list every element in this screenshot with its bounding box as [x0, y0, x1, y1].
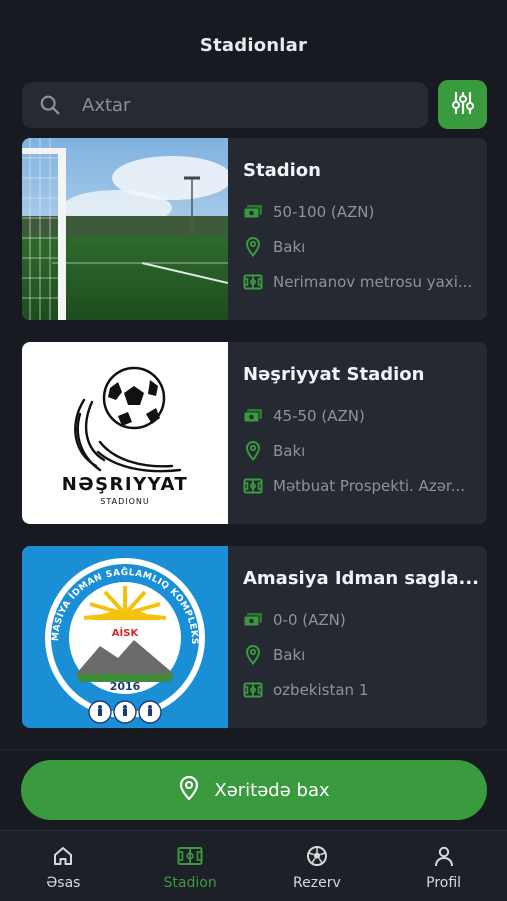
- stadium-info: Stadion 50-100 (AZN) Bakı Nerimanov metr…: [243, 138, 479, 320]
- stadium-logo: AMASİYA İDMAN SAĞLAMLIQ KOMPLEKSİ AİSK 2…: [22, 546, 228, 728]
- location-pin-icon: [243, 441, 263, 461]
- stadium-name: Amasiya Idman sagla...: [243, 568, 479, 589]
- nav-item-stadium[interactable]: Stadion: [127, 831, 254, 901]
- address-row: ozbekistan 1: [243, 679, 479, 701]
- price-row: 45-50 (AZN): [243, 405, 479, 427]
- logo-title: NƏŞRIYYAT: [62, 474, 189, 495]
- view-on-map-button[interactable]: Xəritədə bax: [21, 760, 487, 820]
- city-text: Bakı: [273, 238, 306, 256]
- view-on-map-label: Xəritədə bax: [214, 779, 330, 801]
- sliders-icon: [450, 90, 476, 120]
- address-row: Mətbuat Prospekti. Azər...: [243, 475, 479, 497]
- money-icon: [243, 202, 263, 222]
- page-title: Stadionlar: [199, 34, 308, 56]
- field-icon: [243, 476, 263, 496]
- filter-button[interactable]: [438, 80, 487, 129]
- stadium-info: Amasiya Idman sagla... 0-0 (AZN) Bakı oz…: [243, 546, 479, 728]
- logo-year: 2016: [110, 680, 141, 693]
- nav-item-profile[interactable]: Profil: [380, 831, 507, 901]
- stadium-logo: NƏŞRIYYAT STADIONU: [22, 342, 228, 524]
- stadium-card[interactable]: AMASİYA İDMAN SAĞLAMLIQ KOMPLEKSİ AİSK 2…: [22, 546, 487, 728]
- price-row: 50-100 (AZN): [243, 201, 479, 223]
- location-pin-icon: [243, 237, 263, 257]
- stadium-name: Nəşriyyat Stadion: [243, 364, 425, 385]
- stadium-info: Nəşriyyat Stadion 45-50 (AZN) Bakı Mətbu…: [243, 342, 479, 524]
- nav-label: Rezerv: [293, 875, 341, 891]
- app-header: Stadionlar: [0, 0, 507, 80]
- search-icon: [38, 93, 62, 117]
- stadium-photo: [22, 138, 228, 320]
- nav-label: Stadion: [163, 875, 217, 891]
- price-text: 50-100 (AZN): [273, 203, 375, 221]
- stadium-name: Stadion: [243, 160, 321, 181]
- search-input[interactable]: [80, 93, 384, 117]
- money-icon: [243, 406, 263, 426]
- money-icon: [243, 610, 263, 630]
- stadium-icon: [177, 845, 203, 871]
- bottom-nav: Əsas Stadion Rezerv Profil: [0, 830, 507, 901]
- field-icon: [243, 272, 263, 292]
- address-row: Nerimanov metrosu yaxi...: [243, 271, 479, 293]
- soccer-ball-icon: [306, 845, 328, 871]
- city-row: Bakı: [243, 644, 479, 666]
- divider: [0, 749, 507, 750]
- location-pin-icon: [178, 775, 200, 805]
- city-text: Bakı: [273, 646, 306, 664]
- user-icon: [433, 845, 455, 871]
- nav-label: Əsas: [46, 875, 81, 891]
- price-text: 0-0 (AZN): [273, 611, 346, 629]
- logo-subtitle: STADIONU: [100, 497, 149, 506]
- search-bar[interactable]: [22, 82, 428, 128]
- price-text: 45-50 (AZN): [273, 407, 365, 425]
- address-text: Mətbuat Prospekti. Azər...: [273, 477, 466, 495]
- location-pin-icon: [243, 645, 263, 665]
- city-text: Bakı: [273, 442, 306, 460]
- logo-abbr: AİSK: [112, 625, 140, 639]
- city-row: Bakı: [243, 236, 479, 258]
- nav-item-home[interactable]: Əsas: [0, 831, 127, 901]
- price-row: 0-0 (AZN): [243, 609, 479, 631]
- home-icon: [52, 845, 74, 871]
- nav-item-reserve[interactable]: Rezerv: [254, 831, 381, 901]
- city-row: Bakı: [243, 440, 479, 462]
- address-text: ozbekistan 1: [273, 681, 369, 699]
- address-text: Nerimanov metrosu yaxi...: [273, 273, 473, 291]
- stadium-card[interactable]: Stadion 50-100 (AZN) Bakı Nerimanov metr…: [22, 138, 487, 320]
- field-icon: [243, 680, 263, 700]
- nav-label: Profil: [426, 875, 462, 891]
- stadium-card[interactable]: NƏŞRIYYAT STADIONU Nəşriyyat Stadion 45-…: [22, 342, 487, 524]
